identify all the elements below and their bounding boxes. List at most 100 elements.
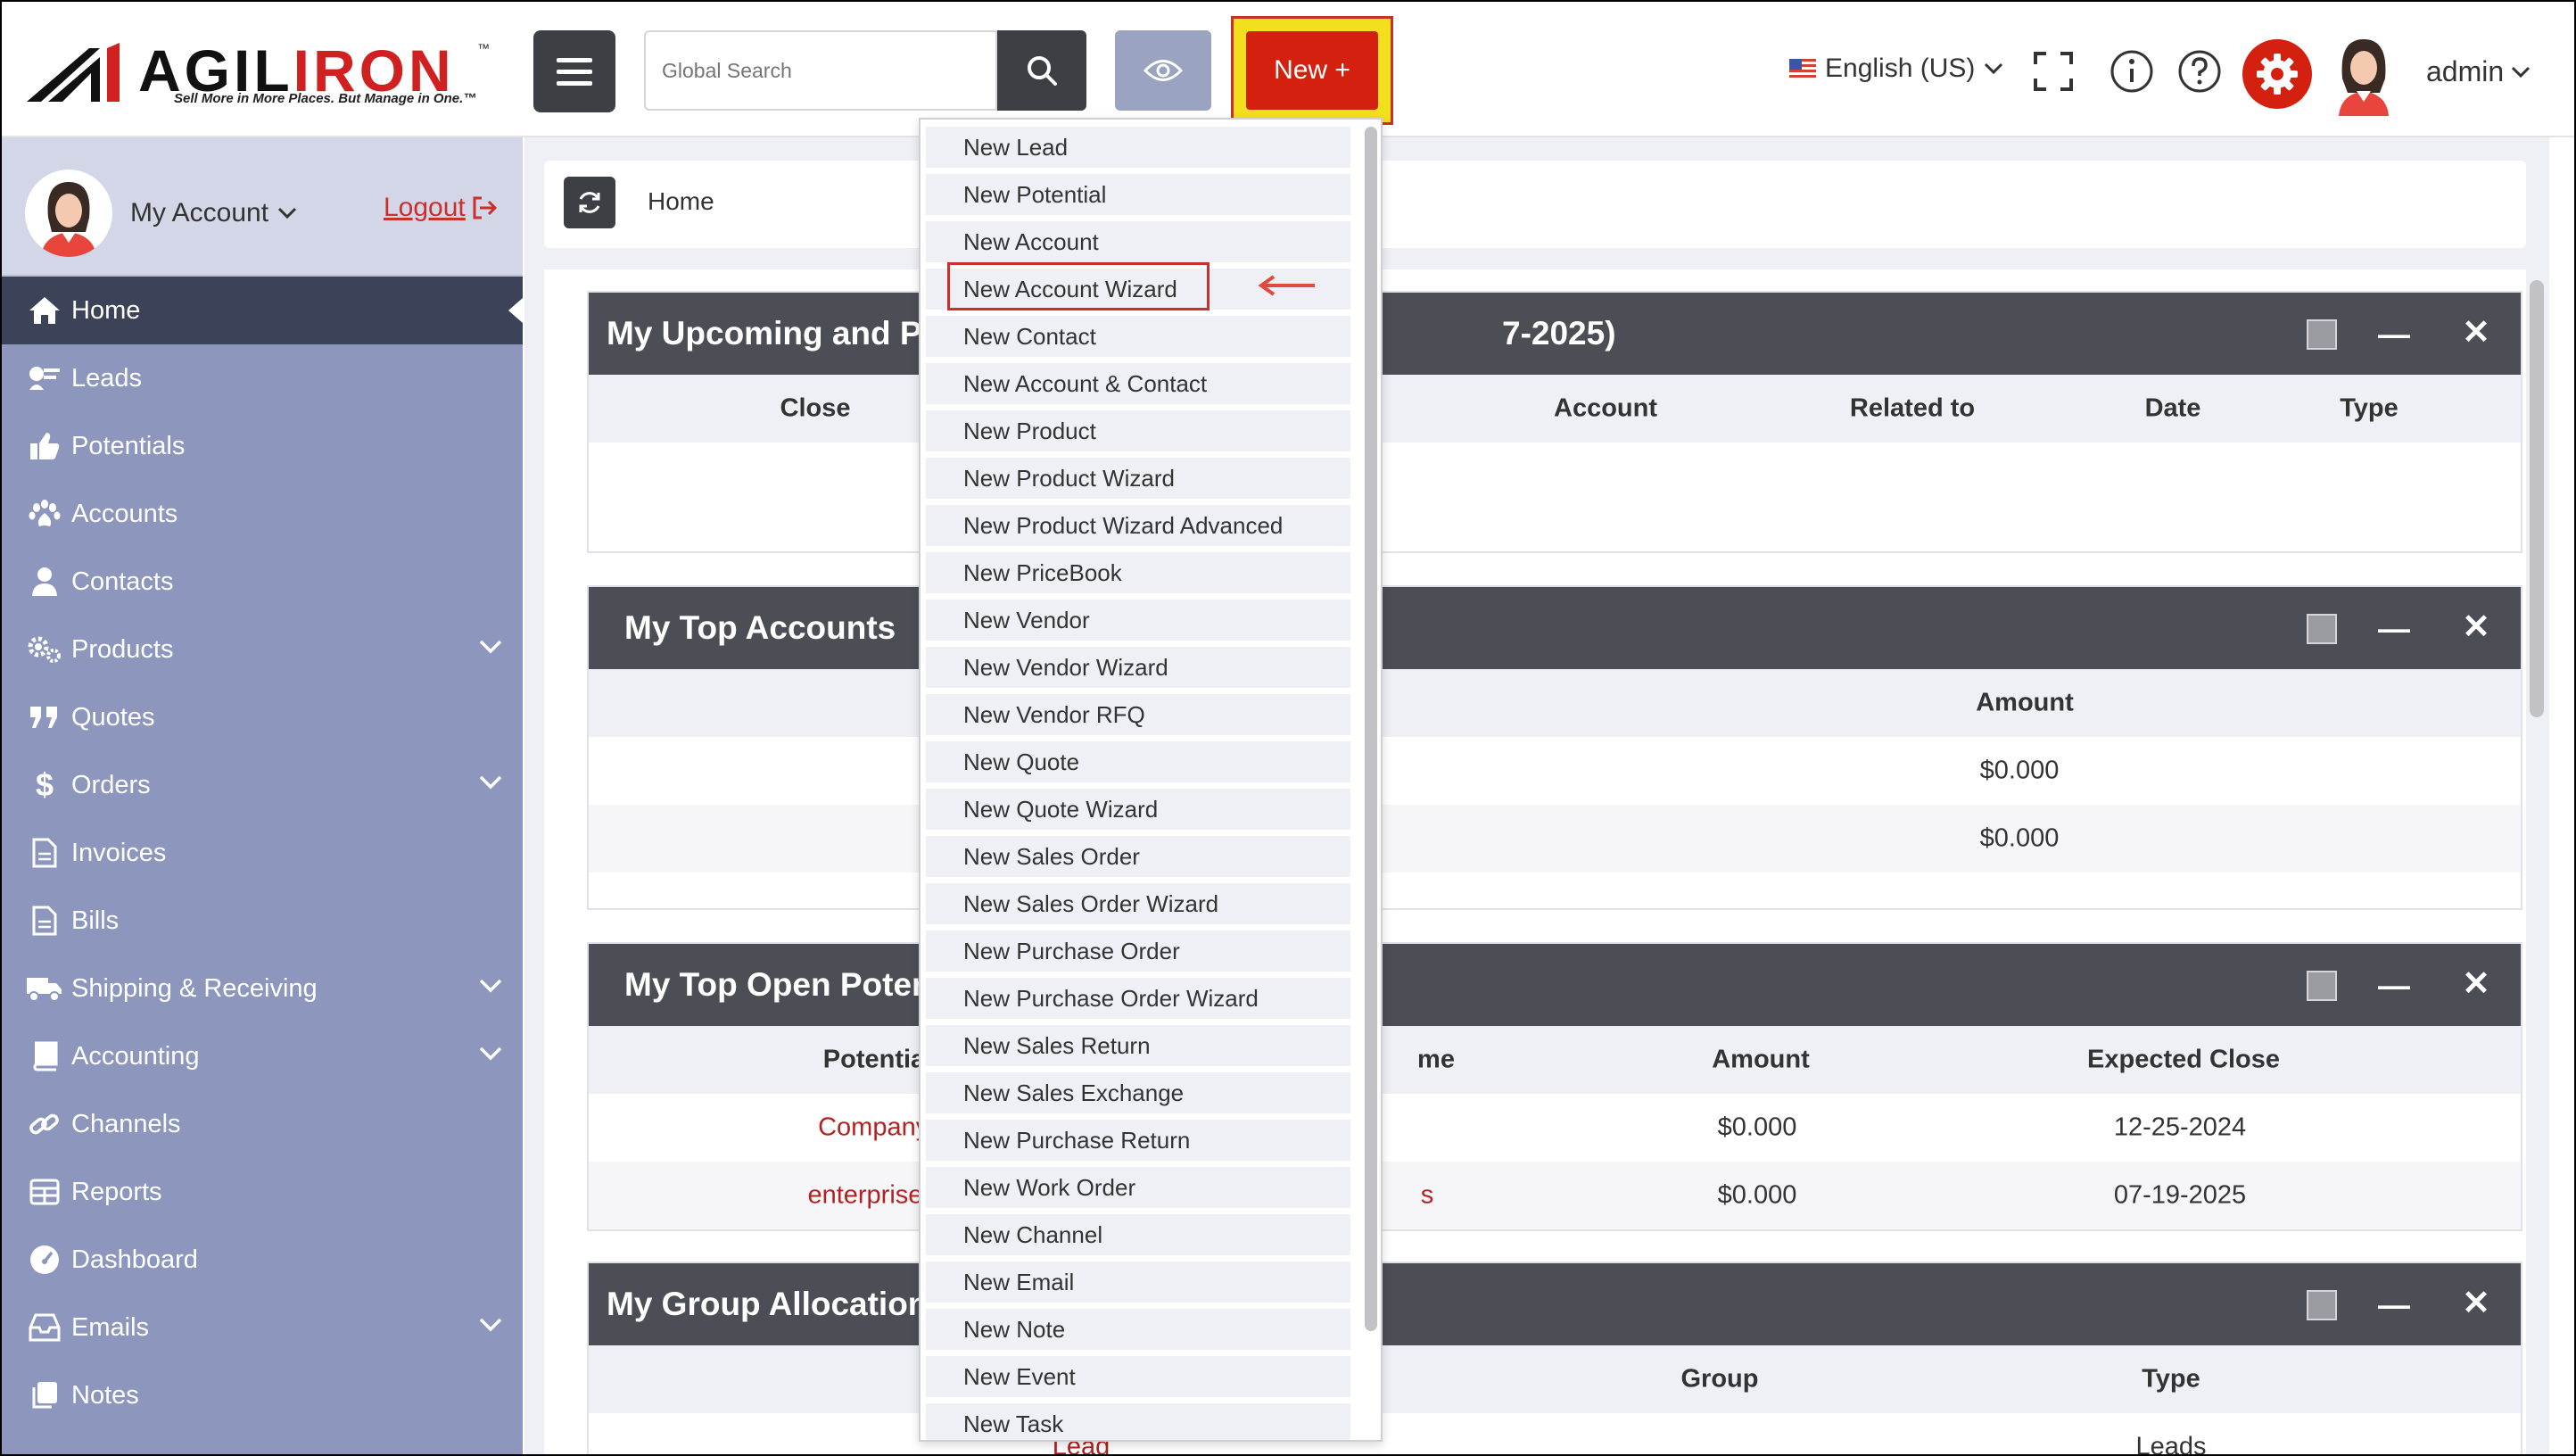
document-icon	[32, 906, 57, 936]
panel-settings-button[interactable]	[2307, 971, 2337, 1001]
menu-item-new-pricebook[interactable]: New PriceBook	[926, 552, 1350, 593]
close-icon[interactable]: ✕	[2462, 1283, 2490, 1323]
sidebar-item-accounting[interactable]: Accounting	[2, 1022, 523, 1090]
my-account-dropdown[interactable]: My Account	[130, 198, 297, 228]
menu-item-new-sales-exchange[interactable]: New Sales Exchange	[926, 1072, 1350, 1113]
close-icon[interactable]: ✕	[2462, 312, 2490, 352]
panel-settings-button[interactable]	[2307, 614, 2337, 644]
menu-item-new-product[interactable]: New Product	[926, 410, 1350, 451]
breadcrumb-home[interactable]: Home	[648, 187, 714, 216]
sidebar-item-leads[interactable]: Leads	[2, 344, 523, 412]
account-link[interactable]: s	[1421, 1181, 1434, 1211]
sidebar-item-reports[interactable]: Reports	[2, 1158, 523, 1226]
minimize-icon[interactable]: —	[2378, 1286, 2410, 1324]
column-header[interactable]: Potential	[823, 1046, 932, 1075]
minimize-icon[interactable]: —	[2378, 316, 2410, 353]
dropdown-scrollbar[interactable]	[1365, 127, 1377, 1331]
close-icon[interactable]: ✕	[2462, 607, 2490, 647]
column-header[interactable]: me	[1417, 1046, 1455, 1075]
sidebar-item-potentials[interactable]: Potentials	[2, 412, 523, 480]
menu-item-new-channel[interactable]: New Channel	[926, 1214, 1350, 1255]
sidebar-item-quotes[interactable]: Quotes	[2, 683, 523, 751]
column-header[interactable]: Expected Close	[2087, 1046, 2280, 1075]
sidebar-item-bills[interactable]: Bills	[2, 887, 523, 955]
logout-link[interactable]: Logout	[384, 193, 498, 223]
fullscreen-button[interactable]	[2030, 48, 2076, 95]
amount-cell: $0.000	[1717, 1180, 1797, 1210]
menu-item-new-product-wizard-advanced[interactable]: New Product Wizard Advanced	[926, 505, 1350, 546]
gauge-icon	[30, 1245, 59, 1274]
close-icon[interactable]: ✕	[2462, 964, 2490, 1004]
column-header[interactable]: Type	[2142, 1365, 2200, 1394]
language-selector[interactable]: English (US)	[1789, 54, 2003, 84]
menu-item-new-vendor-wizard[interactable]: New Vendor Wizard	[926, 647, 1350, 688]
chevron-down-icon	[479, 1046, 502, 1061]
sidebar-item-orders[interactable]: $ Orders	[2, 751, 523, 819]
refresh-button[interactable]	[564, 177, 615, 228]
sidebar-item-label: Emails	[71, 1312, 150, 1342]
sidebar-item-home[interactable]: Home	[2, 277, 523, 344]
new-menu-dropdown: New Lead New Potential New Account New A…	[919, 118, 1383, 1442]
menu-item-new-product-wizard[interactable]: New Product Wizard	[926, 458, 1350, 499]
table-header: Amount	[589, 669, 2521, 737]
menu-item-new-vendor[interactable]: New Vendor	[926, 600, 1350, 641]
menu-item-new-quote-wizard[interactable]: New Quote Wizard	[926, 789, 1350, 830]
user-menu[interactable]: admin	[2426, 55, 2531, 88]
menu-item-new-lead[interactable]: New Lead	[926, 127, 1350, 168]
panel-settings-button[interactable]	[2307, 1290, 2337, 1320]
menu-item-new-sales-return[interactable]: New Sales Return	[926, 1025, 1350, 1066]
menu-item-new-work-order[interactable]: New Work Order	[926, 1167, 1350, 1208]
menu-item-new-quote[interactable]: New Quote	[926, 741, 1350, 782]
menu-item-new-purchase-order-wizard[interactable]: New Purchase Order Wizard	[926, 978, 1350, 1019]
menu-item-new-task[interactable]: New Task	[926, 1403, 1350, 1440]
menu-item-new-account-contact[interactable]: New Account & Contact	[926, 363, 1350, 404]
panel-title: My Upcoming and Per	[607, 315, 954, 352]
menu-item-new-note[interactable]: New Note	[926, 1309, 1350, 1350]
column-header[interactable]: Amount	[1976, 689, 2074, 718]
menu-item-new-event[interactable]: New Event	[926, 1356, 1350, 1397]
agiliron-logo[interactable]: AGILIRON ™ Sell More in More Places. But…	[27, 37, 491, 109]
table-row: Company- $0.000 12-25-2024	[589, 1094, 2521, 1162]
column-header[interactable]: Amount	[1712, 1046, 1810, 1075]
sidebar-item-shipping-receiving[interactable]: Shipping & Receiving	[2, 955, 523, 1022]
minimize-icon[interactable]: —	[2378, 967, 2410, 1005]
account-avatar[interactable]	[25, 170, 112, 257]
page-scrollbar[interactable]	[2530, 280, 2544, 717]
column-header[interactable]: Related to	[1850, 394, 1975, 424]
column-header[interactable]: Close	[780, 394, 851, 424]
menu-item-new-sales-order-wizard[interactable]: New Sales Order Wizard	[926, 883, 1350, 924]
menu-item-new-sales-order[interactable]: New Sales Order	[926, 836, 1350, 877]
admin-avatar[interactable]	[2332, 36, 2396, 116]
menu-item-new-potential[interactable]: New Potential	[926, 174, 1350, 215]
sidebar-item-products[interactable]: Products	[2, 616, 523, 683]
sidebar-item-dashboard[interactable]: Dashboard	[2, 1226, 523, 1294]
search-button[interactable]	[997, 30, 1086, 111]
hamburger-menu-button[interactable]	[533, 30, 615, 112]
column-header[interactable]: Date	[2145, 394, 2201, 424]
breadcrumb	[544, 161, 2526, 248]
menu-item-new-email[interactable]: New Email	[926, 1262, 1350, 1303]
menu-item-new-purchase-order[interactable]: New Purchase Order	[926, 931, 1350, 972]
menu-item-new-purchase-return[interactable]: New Purchase Return	[926, 1120, 1350, 1161]
minimize-icon[interactable]: —	[2378, 610, 2410, 648]
column-header[interactable]: Group	[1681, 1365, 1759, 1394]
new-button[interactable]: New +	[1246, 31, 1378, 110]
menu-item-new-contact[interactable]: New Contact	[926, 316, 1350, 357]
sidebar-item-channels[interactable]: Channels	[2, 1090, 523, 1158]
menu-item-new-account[interactable]: New Account	[926, 221, 1350, 262]
settings-button[interactable]	[2242, 39, 2312, 109]
panel-settings-button[interactable]	[2307, 319, 2337, 350]
global-search-input[interactable]	[644, 30, 997, 111]
sidebar-item-accounts[interactable]: Accounts	[2, 480, 523, 548]
sidebar-item-emails[interactable]: Emails	[2, 1294, 523, 1361]
chevron-down-icon	[479, 979, 502, 993]
column-header[interactable]: Account	[1554, 394, 1657, 424]
column-header[interactable]: Type	[2340, 394, 2398, 424]
info-button[interactable]	[2109, 48, 2155, 95]
sidebar-item-invoices[interactable]: Invoices	[2, 819, 523, 887]
help-button[interactable]	[2176, 48, 2223, 95]
preview-toggle-button[interactable]	[1115, 30, 1211, 111]
sidebar-item-notes[interactable]: Notes	[2, 1361, 523, 1429]
sidebar-item-contacts[interactable]: Contacts	[2, 548, 523, 616]
menu-item-new-vendor-rfq[interactable]: New Vendor RFQ	[926, 694, 1350, 735]
